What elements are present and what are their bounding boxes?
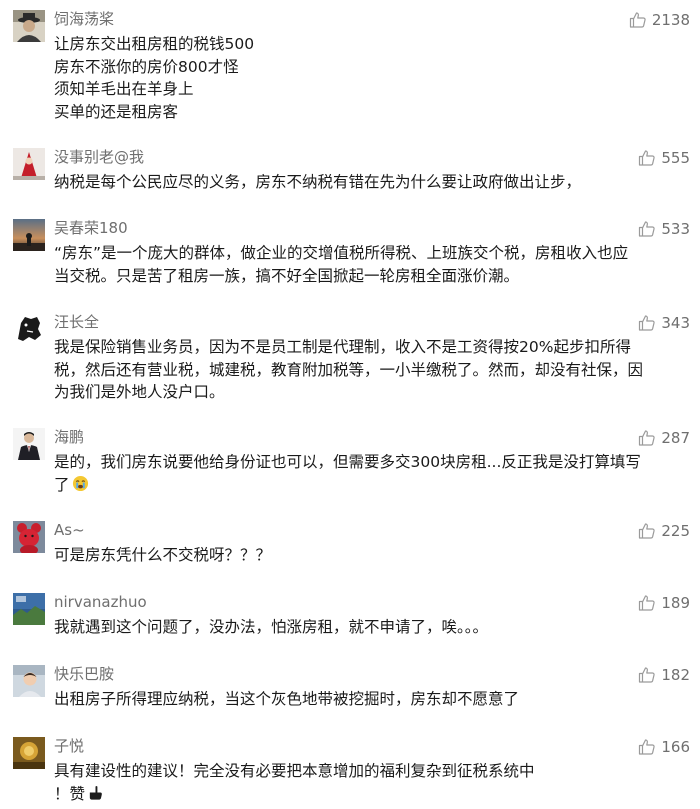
comment-line: 可是房东凭什么不交税呀？？？ [54,546,272,564]
comment-text: 我是保险销售业务员，因为不是员工制是代理制，收入不是工资得按20%起步扣所得 税… [54,336,692,404]
avatar[interactable] [13,10,45,42]
thumbs-up-icon [639,523,656,539]
comment-line: 为我们是外地人没户口。 [54,383,225,401]
avatar[interactable] [13,428,45,460]
like-button[interactable]: 225 [638,521,690,541]
comment-line: 出租房子所得理应纳税，当这个灰色地带被挖掘时，房东却不愿意了 [54,690,520,708]
like-count: 555 [661,149,690,167]
comment-line: 具有建设性的建议！完全没有必要把本意增加的福利复杂到征税系统中 [54,762,535,780]
like-count: 2138 [651,11,690,29]
child-photo-icon [13,665,45,697]
comment-line: 当交税。只是苦了租房一族，搞不好全国掀起一轮房租全面涨价潮。 [54,266,520,285]
comment-list: 饲海荡桨 2138 让房东交出租房租的税钱500 房东不涨你的房价800才怪 须… [0,0,700,809]
comment-text: 具有建设性的建议！完全没有必要把本意增加的福利复杂到征税系统中 ！赞 [54,760,692,805]
like-count: 533 [661,220,690,238]
comment-line: 我是保险销售业务员，因为不是员工制是代理制，收入不是工资得按20%起步扣所得 [54,338,631,356]
avatar[interactable] [13,593,45,625]
comment-line: 税，然后还有营业税，城建税，教育附加税等，一小半缴税了。然而，却没有社保，因 [54,360,644,379]
comment-line-text: 了 [54,475,70,494]
like-button[interactable]: 343 [638,313,690,333]
thumbs-up-icon [639,739,656,755]
like-count: 182 [661,666,690,684]
comment-line: “房东”是一个庞大的群体，做企业的交增值税所得税、上班族交个税，房租收入也应 [54,244,629,262]
comment-line: 纳税是每个公民应尽的义务，房东不纳税有错在先为什么要让政府做出让步， [54,173,582,191]
comment-line: 房东不涨你的房价800才怪 [54,57,239,76]
person-with-hat-photo-icon [13,10,45,42]
like-count: 189 [661,594,690,612]
comment-text: 可是房东凭什么不交税呀？？？ [54,544,692,567]
comment-author[interactable]: 汪长全 [54,313,99,331]
like-button[interactable]: 533 [638,219,690,239]
comment-text: 是的，我们房东说要他给身份证也可以，但需要多交300块房租...反正我是没打算填… [54,451,692,496]
comment-line: 让房东交出租房租的税钱500 [54,35,255,53]
like-count: 287 [661,429,690,447]
comment-author[interactable]: 快乐巴胺 [54,665,114,683]
like-count: 343 [661,314,690,332]
comment-author[interactable]: 海鹏 [54,428,84,446]
comment-line: 是的，我们房东说要他给身份证也可以，但需要多交300块房租...反正我是没打算填… [54,453,641,471]
blue-landscape-photo-icon [13,593,45,625]
red-bear-toy-photo-icon [13,521,45,553]
like-button[interactable]: 189 [638,593,690,613]
thumbs-up-icon [629,12,646,28]
like-button[interactable]: 166 [638,737,690,757]
red-hooded-figure-photo-icon [13,148,45,180]
comment-author[interactable]: 没事别老@我 [54,148,144,166]
avatar[interactable] [13,219,45,251]
avatar[interactable] [13,665,45,697]
comment-author[interactable]: 吴春荣180 [54,219,128,237]
man-in-suit-photo-icon [13,428,45,460]
golden-artwork-photo-icon [13,737,45,769]
comment-author[interactable]: nirvanazhuo [54,593,147,611]
sunset-silhouette-photo-icon [13,219,45,251]
avatar[interactable] [13,313,45,345]
comment-line: ！赞 [54,783,692,806]
avatar[interactable] [13,737,45,769]
comment-author[interactable]: As~ [54,521,85,539]
crying-face-emoji-icon [72,475,88,491]
thumbs-up-icon [639,315,656,331]
comment-author[interactable]: 子悦 [54,737,84,755]
comment-text: 我就遇到这个问题了，没办法，怕涨房租，就不申请了，唉。。。 [54,616,692,639]
thumbs-up-icon [639,221,656,237]
comment-author[interactable]: 饲海荡桨 [54,10,114,28]
avatar[interactable] [13,521,45,553]
like-count: 225 [661,522,690,540]
comment-text: “房东”是一个庞大的群体，做企业的交增值税所得税、上班族交个税，房租收入也应 当… [54,242,692,287]
black-lion-emblem-icon [13,313,45,345]
thumbs-up-icon [639,430,656,446]
comment-line: 我就遇到这个问题了，没办法，怕涨房租，就不申请了，唉。。。 [54,618,489,636]
like-button[interactable]: 2138 [629,10,690,30]
like-button[interactable]: 182 [638,665,690,685]
comment-line: 了 [54,474,692,497]
like-button[interactable]: 555 [638,148,690,168]
like-button[interactable]: 287 [638,428,690,448]
like-count: 166 [661,738,690,756]
thumbs-up-icon [639,667,656,683]
thumbs-up-icon [639,150,656,166]
comment-text: 出租房子所得理应纳税，当这个灰色地带被挖掘时，房东却不愿意了 [54,688,692,711]
thumbs-up-icon [639,595,656,611]
comment-line: 须知羊毛出在羊身上 [54,80,194,98]
comment-line: 买单的还是租房客 [54,102,179,121]
comment-text: 纳税是每个公民应尽的义务，房东不纳税有错在先为什么要让政府做出让步， [54,171,692,194]
comment-line-text: ！赞 [54,784,86,803]
comment-text: 让房东交出租房租的税钱500 房东不涨你的房价800才怪 须知羊毛出在羊身上 买… [54,33,692,123]
avatar[interactable] [13,148,45,180]
pointing-hand-emoji-icon [89,785,102,800]
